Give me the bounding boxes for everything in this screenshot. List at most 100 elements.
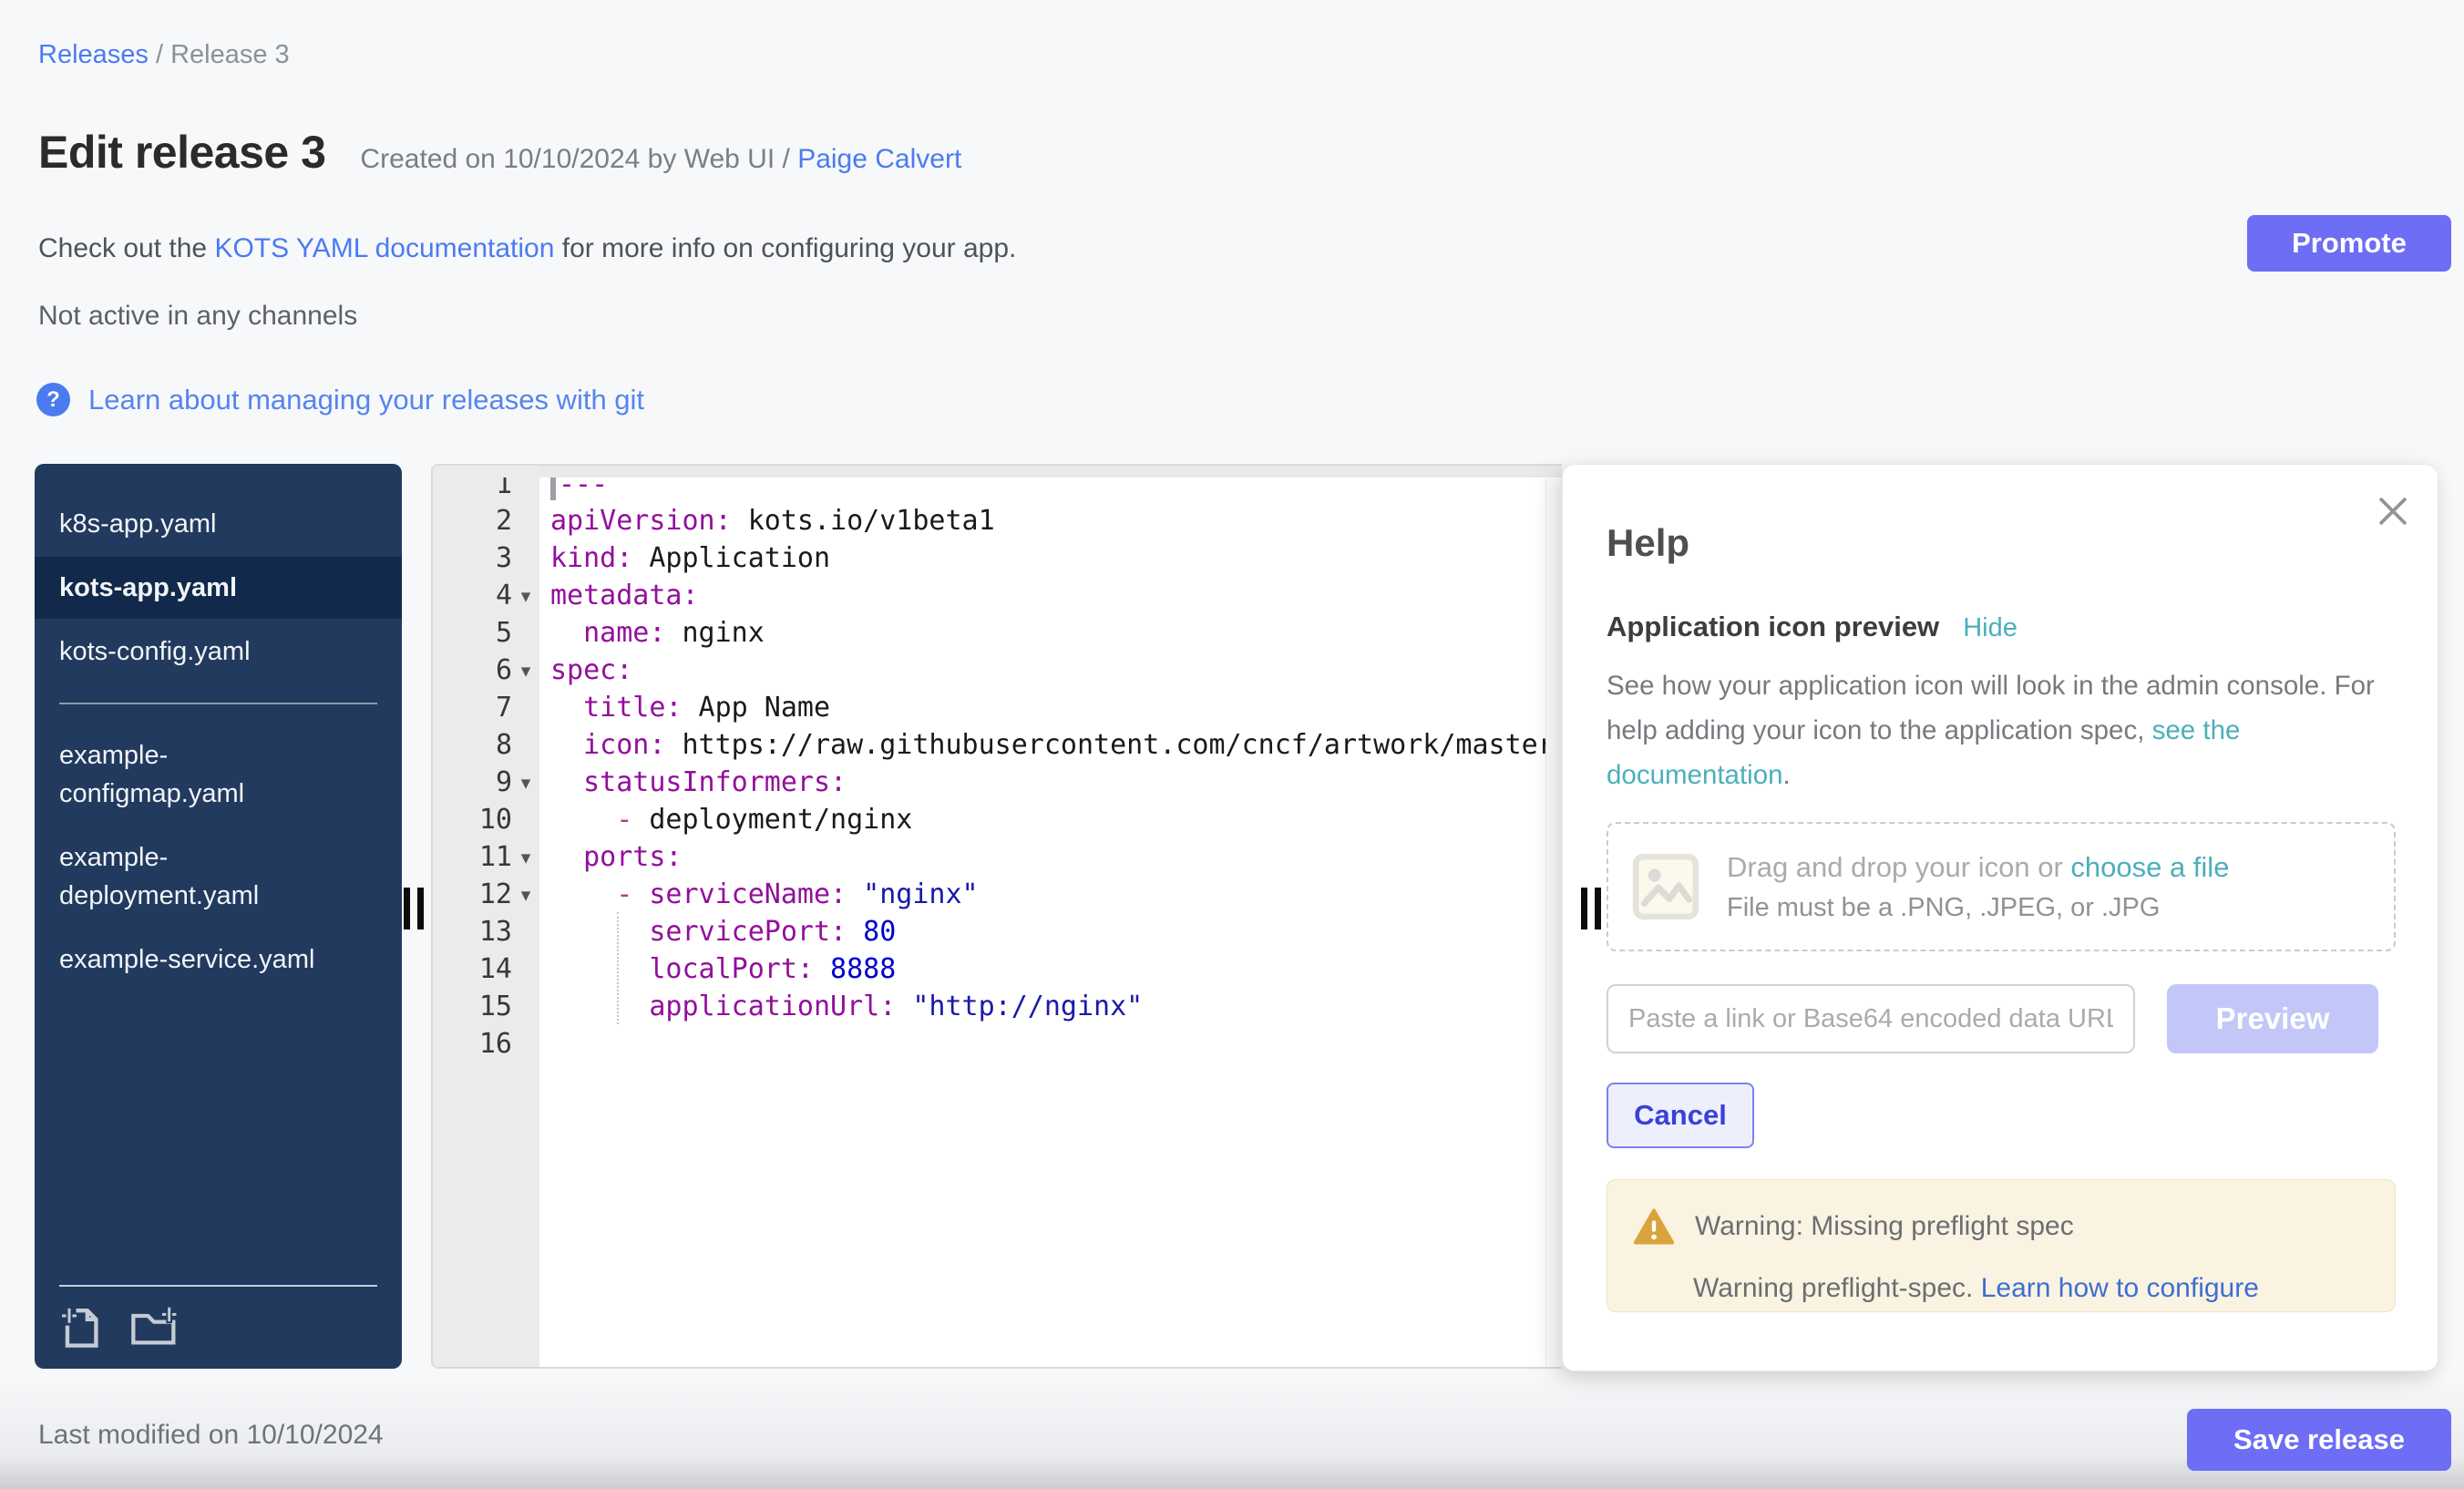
sidebar-footer: [59, 1285, 377, 1350]
breadcrumb-releases-link[interactable]: Releases: [38, 40, 149, 69]
question-circle-icon: ?: [36, 383, 70, 416]
author-link[interactable]: Paige Calvert: [797, 144, 961, 174]
line-number: 7: [433, 689, 539, 726]
last-modified: Last modified on 10/10/2024: [38, 1420, 384, 1451]
section-title: Application icon preview: [1607, 611, 1939, 643]
code-content: servicePort: 80: [539, 913, 1562, 950]
dropzone-text: Drag and drop your icon or choose a file…: [1727, 851, 2229, 923]
breadcrumb-separator: /: [149, 40, 170, 69]
new-file-icon[interactable]: [59, 1303, 103, 1350]
dropzone-line1: Drag and drop your icon or: [1727, 851, 2070, 883]
line-number: 14: [433, 950, 539, 988]
yaml-code-editor[interactable]: 1---2apiVersion: kots.io/v1beta13kind: A…: [431, 464, 1562, 1369]
file-item-k8s-app.yaml[interactable]: k8s-app.yaml: [35, 493, 402, 555]
file-item-kots-app.yaml[interactable]: kots-app.yaml: [35, 557, 402, 619]
breadcrumb: Releases / Release 3: [38, 40, 290, 70]
code-content: name: nginx: [539, 614, 1562, 652]
fold-arrow-icon[interactable]: ▾: [512, 847, 539, 868]
warning-detail: Warning preflight-spec. Learn how to con…: [1693, 1273, 2369, 1304]
code-line-11[interactable]: 11▾ ports:: [433, 838, 1562, 876]
image-placeholder-icon: [1632, 853, 1699, 920]
close-icon[interactable]: [2374, 492, 2412, 530]
icon-preview-section: Application icon preview Hide: [1607, 611, 2017, 643]
code-content: icon: https://raw.githubusercontent.com/…: [539, 726, 1562, 764]
cancel-button[interactable]: Cancel: [1607, 1083, 1754, 1148]
line-number: 1: [433, 478, 539, 502]
git-help-row: ? Learn about managing your releases wit…: [36, 383, 644, 416]
fold-arrow-icon[interactable]: ▾: [512, 585, 539, 607]
preview-button[interactable]: Preview: [2167, 984, 2378, 1053]
line-number: 11▾: [433, 838, 539, 876]
save-release-button[interactable]: Save release: [2187, 1409, 2451, 1471]
file-item-example-configmap.yaml[interactable]: example-configmap.yaml: [35, 724, 402, 825]
page-title: Edit release 3: [38, 126, 325, 179]
code-line-9[interactable]: 9▾ statusInformers:: [433, 764, 1562, 801]
resize-bar: [1595, 888, 1601, 929]
line-number: 9▾: [433, 764, 539, 801]
git-releases-link[interactable]: Learn about managing your releases with …: [88, 384, 644, 416]
code-line-8[interactable]: 8 icon: https://raw.githubusercontent.co…: [433, 726, 1562, 764]
indent-guide: [617, 912, 619, 1024]
warning-triangle-icon: [1633, 1207, 1675, 1246]
warning-detail-text: Warning preflight-spec.: [1693, 1273, 1981, 1303]
code-line-10[interactable]: 10 - deployment/nginx: [433, 801, 1562, 838]
code-line-6[interactable]: 6▾spec:: [433, 652, 1562, 689]
help-description: See how your application icon will look …: [1607, 663, 2383, 797]
code-line-12[interactable]: 12▾ - serviceName: "nginx": [433, 876, 1562, 913]
help-title: Help: [1607, 521, 1689, 565]
file-item-example-service.yaml[interactable]: example-service.yaml: [35, 929, 402, 991]
file-list: k8s-app.yamlkots-app.yamlkots-config.yam…: [35, 493, 402, 991]
docs-line: Check out the KOTS YAML documentation fo…: [38, 233, 1016, 264]
editor-cursor: [550, 478, 556, 500]
code-line-14[interactable]: 14 localPort: 8888: [433, 950, 1562, 988]
sidebar-resize-handle[interactable]: [404, 888, 424, 929]
code-line-5[interactable]: 5 name: nginx: [433, 614, 1562, 652]
resize-bar: [417, 888, 424, 929]
docs-line-pre: Check out the: [38, 233, 214, 263]
kots-yaml-docs-link[interactable]: KOTS YAML documentation: [214, 233, 554, 263]
line-number: 12▾: [433, 876, 539, 913]
line-number: 3: [433, 539, 539, 577]
code-content: spec:: [539, 652, 1562, 689]
new-folder-icon[interactable]: [128, 1305, 180, 1349]
choose-file-link[interactable]: choose a file: [2070, 851, 2229, 883]
code-content: apiVersion: kots.io/v1beta1: [539, 502, 1562, 539]
code-line-15[interactable]: 15 applicationUrl: "http://nginx": [433, 988, 1562, 1025]
code-content: ports:: [539, 838, 1562, 876]
icon-url-input[interactable]: [1607, 984, 2135, 1053]
created-text: Created on 10/10/2024 by Web UI /: [360, 144, 797, 174]
code-line-7[interactable]: 7 title: App Name: [433, 689, 1562, 726]
line-number: 13: [433, 913, 539, 950]
code-content: statusInformers:: [539, 764, 1562, 801]
code-content: - deployment/nginx: [539, 801, 1562, 838]
code-line-13[interactable]: 13 servicePort: 80: [433, 913, 1562, 950]
line-number: 5: [433, 614, 539, 652]
hide-link[interactable]: Hide: [1963, 613, 2017, 643]
help-panel-resize-handle[interactable]: [1581, 888, 1601, 929]
help-panel: Help Application icon preview Hide See h…: [1562, 464, 2438, 1371]
code-line-3[interactable]: 3kind: Application: [433, 539, 1562, 577]
code-content: title: App Name: [539, 689, 1562, 726]
line-number: 6▾: [433, 652, 539, 689]
file-item-example-deployment.yaml[interactable]: example-deployment.yaml: [35, 827, 402, 927]
line-number: 4▾: [433, 577, 539, 614]
docs-line-post: for more info on configuring your app.: [554, 233, 1016, 263]
code-line-2[interactable]: 2apiVersion: kots.io/v1beta1: [433, 502, 1562, 539]
file-tree-sidebar: k8s-app.yamlkots-app.yamlkots-config.yam…: [35, 464, 402, 1369]
file-item-kots-config.yaml[interactable]: kots-config.yaml: [35, 621, 402, 683]
promote-button[interactable]: Promote: [2247, 215, 2451, 272]
code-line-1[interactable]: 1---: [433, 478, 1562, 502]
fold-arrow-icon[interactable]: ▾: [512, 660, 539, 682]
editor-scrollbar[interactable]: [1545, 478, 1562, 1367]
fold-arrow-icon[interactable]: ▾: [512, 772, 539, 794]
code-content: metadata:: [539, 577, 1562, 614]
fold-arrow-icon[interactable]: ▾: [512, 884, 539, 906]
icon-dropzone[interactable]: Drag and drop your icon or choose a file…: [1607, 822, 2396, 951]
code-line-16[interactable]: 16: [433, 1025, 1562, 1063]
code-content: applicationUrl: "http://nginx": [539, 988, 1562, 1025]
learn-configure-link[interactable]: Learn how to configure: [1981, 1273, 2259, 1303]
code-content: ---: [539, 478, 1562, 502]
code-line-4[interactable]: 4▾metadata:: [433, 577, 1562, 614]
resize-bar: [1581, 888, 1587, 929]
icon-url-row: Preview: [1607, 984, 2378, 1053]
